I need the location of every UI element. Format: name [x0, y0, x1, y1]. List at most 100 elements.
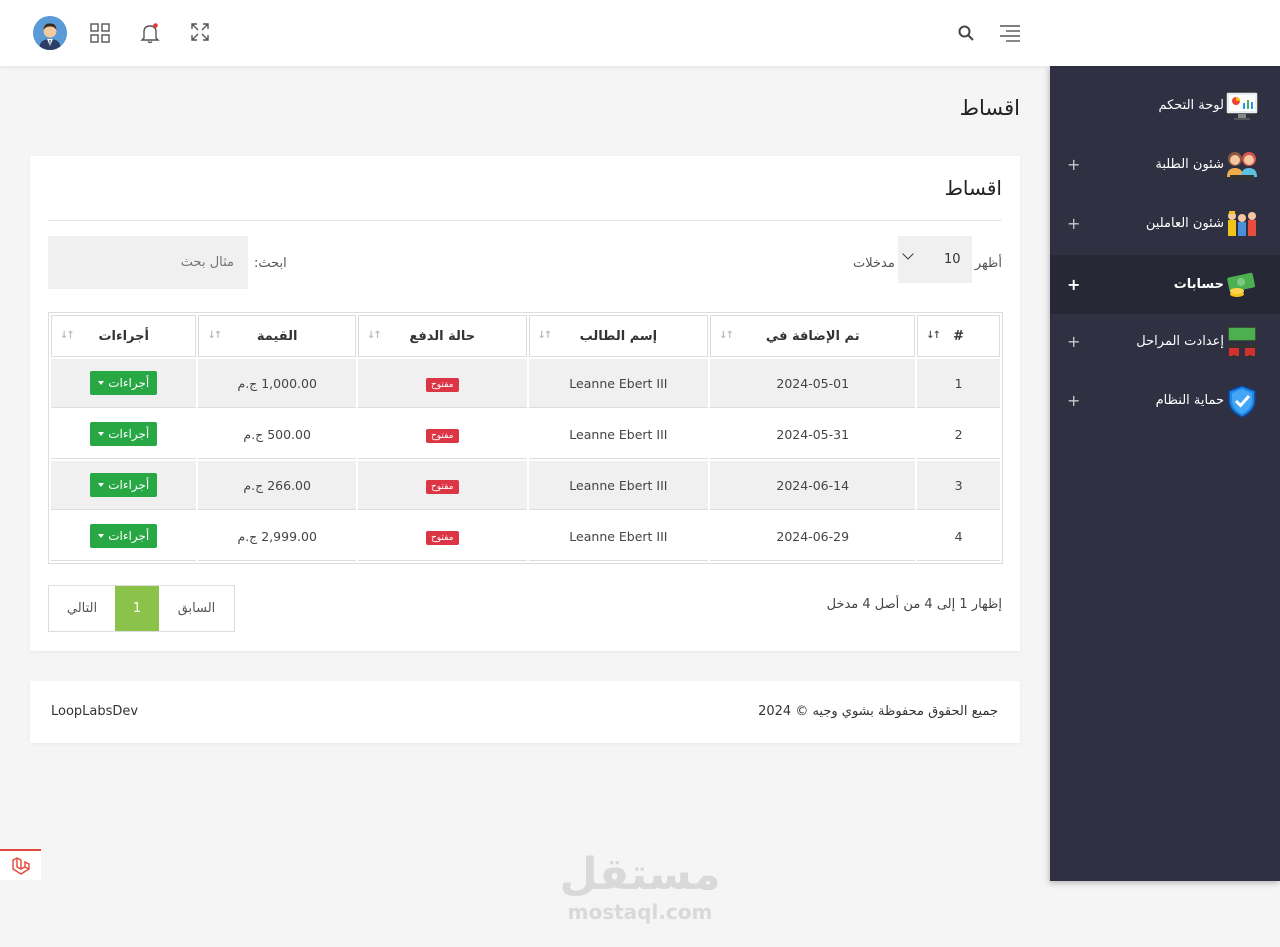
sidebar-item-accounts[interactable]: حسابات + — [1050, 255, 1280, 314]
sort-icon: ↑↓ — [60, 330, 75, 341]
search-input[interactable] — [48, 236, 248, 289]
column-header-amount[interactable]: القيمة ↑↓ — [198, 315, 356, 357]
installments-table: # ↑↓ تم الإضافة في ↑↓ إسم الطالب ↑↓ حالة ال… — [48, 312, 1003, 564]
caret-down-icon — [98, 483, 105, 487]
entries-select[interactable]: 10 — [898, 236, 972, 283]
chevron-down-icon — [902, 248, 914, 260]
menu-icon[interactable] — [993, 16, 1027, 50]
footer: جميع الحقوق محفوظة بشوي وجيه © 2024 Loop… — [30, 681, 1020, 743]
entries-label: مدخلات — [853, 256, 895, 271]
watermark: مستقل mostaql.com — [540, 849, 740, 925]
sidebar-item-staff[interactable]: شئون العاملين + — [1050, 194, 1280, 253]
status-badge: مفتوح — [425, 530, 459, 545]
actions-dropdown-button[interactable]: أجراءات — [90, 371, 158, 395]
cell-amount: 500.00 ج.م — [198, 410, 356, 459]
watermark-arabic: مستقل — [559, 849, 721, 900]
sidebar-item-students[interactable]: شئون الطلبة + — [1050, 135, 1280, 194]
cell-status: مفتوح — [357, 461, 527, 510]
footer-copyright: جميع الحقوق محفوظة بشوي وجيه © 2024 — [758, 704, 998, 719]
cell-amount: 2,999.00 ج.م — [198, 512, 356, 561]
column-header-payment-status[interactable]: حالة الدفع ↑↓ — [357, 315, 527, 357]
watermark-latin: mostaql.com — [567, 900, 713, 924]
footer-brand: LoopLabsDev — [51, 704, 139, 719]
entries-select-value: 10 — [944, 252, 961, 267]
pagination-previous-button[interactable]: السابق — [159, 586, 234, 631]
expand-plus-icon[interactable]: + — [1067, 275, 1080, 294]
status-badge: مفتوح — [425, 428, 459, 443]
dashboard-icon — [1225, 90, 1259, 120]
sidebar-item-label: لوحة التحكم — [1158, 98, 1224, 113]
cell-amount: 266.00 ج.م — [198, 461, 356, 510]
actions-dropdown-button[interactable]: أجراءات — [90, 422, 158, 446]
sort-icon: ↑↓ — [719, 330, 734, 341]
sidebar-item-stage-settings[interactable]: إعدادت المراحل + — [1050, 312, 1280, 371]
page-title: اقساط — [959, 96, 1020, 120]
column-header-added-on[interactable]: تم الإضافة في ↑↓ — [710, 315, 916, 357]
laravel-debugbar-icon[interactable] — [0, 849, 41, 880]
sidebar-item-label: حسابات — [1173, 277, 1224, 292]
sidebar-item-label: حماية النظام — [1155, 393, 1224, 408]
shield-icon — [1228, 384, 1256, 418]
caret-down-icon — [98, 432, 105, 436]
column-header-student-name[interactable]: إسم الطالب ↑↓ — [528, 315, 709, 357]
cell-number: 2 — [917, 410, 1000, 459]
cell-number: 1 — [917, 359, 1000, 408]
pagination: التالي 1 السابق — [48, 585, 235, 632]
cell-status: مفتوح — [357, 512, 527, 561]
cell-actions: أجراءات — [51, 461, 197, 510]
cell-actions: أجراءات — [51, 359, 197, 408]
sort-icon: ↑↓ — [207, 330, 222, 341]
caret-down-icon — [98, 381, 105, 385]
pagination-next-button[interactable]: التالي — [49, 586, 115, 631]
caret-down-icon — [98, 534, 105, 538]
table-row: 4 2024-06-29 Leanne Ebert III مفتوح 2,99… — [51, 512, 1000, 561]
cell-number: 4 — [917, 512, 1000, 561]
cell-actions: أجراءات — [51, 410, 197, 459]
sidebar-item-label: إعدادت المراحل — [1136, 334, 1224, 349]
actions-dropdown-button[interactable]: أجراءات — [90, 524, 158, 548]
status-badge: مفتوح — [425, 479, 459, 494]
sort-icon: ↑↓ — [537, 330, 553, 341]
cell-date: 2024-05-01 — [710, 359, 916, 408]
expand-plus-icon[interactable]: + — [1067, 155, 1080, 174]
table-row: 3 2024-06-14 Leanne Ebert III مفتوح 266.… — [51, 461, 1000, 510]
classroom-icon — [1227, 325, 1257, 359]
cell-status: مفتوح — [357, 410, 527, 459]
expand-plus-icon[interactable]: + — [1067, 214, 1080, 233]
column-header-number[interactable]: # ↑↓ — [917, 315, 1000, 357]
fullscreen-icon[interactable] — [183, 15, 217, 49]
expand-plus-icon[interactable]: + — [1067, 391, 1080, 410]
cell-date: 2024-06-14 — [710, 461, 916, 510]
search-icon[interactable] — [949, 16, 983, 50]
cell-student: Leanne Ebert III — [528, 461, 709, 510]
installments-card: اقساط أظهر 10 مدخلات ابحث: #↑↓ تم الإضاف… — [30, 156, 1020, 651]
cell-date: 2024-06-29 — [710, 512, 916, 561]
sidebar-item-label: شئون الطلبة — [1155, 157, 1224, 172]
cell-number: 3 — [917, 461, 1000, 510]
sort-icon: ↑↓ — [366, 330, 382, 341]
cell-actions: أجراءات — [51, 512, 197, 561]
user-avatar[interactable] — [33, 16, 67, 50]
apps-grid-icon[interactable] — [83, 16, 117, 50]
sort-icon: ↑↓ — [926, 330, 941, 341]
cell-student: Leanne Ebert III — [528, 359, 709, 408]
staff-icon — [1228, 210, 1256, 236]
actions-dropdown-button[interactable]: أجراءات — [90, 473, 158, 497]
sidebar-item-system-protection[interactable]: حماية النظام + — [1050, 371, 1280, 430]
status-badge: مفتوح — [425, 377, 459, 392]
cell-status: مفتوح — [357, 359, 527, 408]
column-header-actions[interactable]: أجراءات ↑↓ — [51, 315, 197, 357]
show-label: أظهر — [974, 256, 1002, 271]
top-header — [0, 0, 1280, 66]
money-icon — [1227, 272, 1256, 297]
cell-date: 2024-05-31 — [710, 410, 916, 459]
sidebar-item-dashboard[interactable]: لوحة التحكم — [1050, 76, 1280, 135]
cell-amount: 1,000.00 ج.م — [198, 359, 356, 408]
sidebar-item-label: شئون العاملين — [1145, 216, 1224, 231]
expand-plus-icon[interactable]: + — [1067, 332, 1080, 351]
divider — [48, 220, 1002, 221]
pagination-page-1[interactable]: 1 — [115, 586, 159, 631]
cell-student: Leanne Ebert III — [528, 512, 709, 561]
notification-bell-icon[interactable] — [133, 16, 167, 50]
table-row: 1 2024-05-01 Leanne Ebert III مفتوح 1,00… — [51, 359, 1000, 408]
